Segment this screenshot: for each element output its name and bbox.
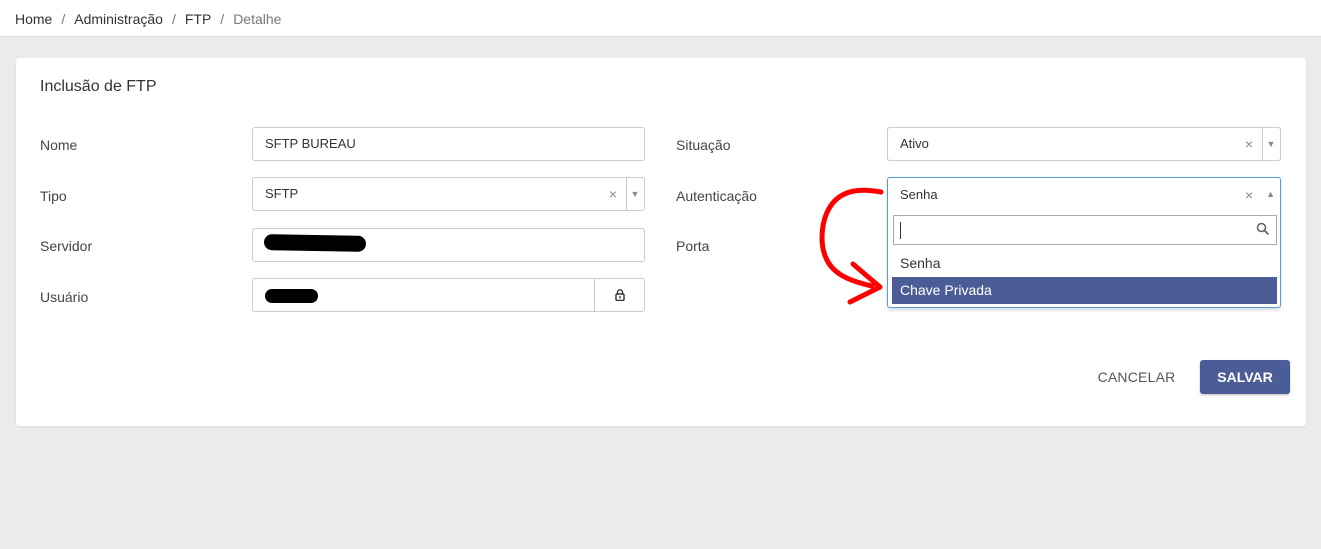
porta-label: Porta xyxy=(676,238,710,254)
autenticacao-chevron-up-icon[interactable]: ▲ xyxy=(1266,178,1275,210)
tipo-select[interactable]: SFTP × ▼ xyxy=(252,177,645,211)
page-title: Inclusão de FTP xyxy=(40,78,157,95)
cancel-button[interactable]: CANCELAR xyxy=(1088,361,1185,394)
top-bar: Home / Administração / FTP / Detalhe xyxy=(0,0,1321,37)
lock-button[interactable] xyxy=(594,279,644,311)
breadcrumb-separator: / xyxy=(171,11,176,27)
tipo-divider xyxy=(626,178,627,210)
breadcrumb-ftp[interactable]: FTP xyxy=(185,11,211,27)
tipo-chevron-down-icon[interactable]: ▼ xyxy=(629,178,641,210)
tipo-value: SFTP xyxy=(265,186,299,201)
search-icon xyxy=(1256,222,1270,236)
breadcrumb-separator: / xyxy=(220,11,225,27)
nome-label: Nome xyxy=(40,137,78,153)
servidor-redaction xyxy=(263,234,367,252)
autenticacao-search-input[interactable] xyxy=(893,215,1277,245)
situacao-chevron-down-icon[interactable]: ▼ xyxy=(1265,128,1277,160)
save-button[interactable]: SALVAR xyxy=(1200,360,1290,394)
option-senha[interactable]: Senha xyxy=(892,250,1277,277)
situacao-value: Ativo xyxy=(900,136,929,151)
breadcrumb-administracao[interactable]: Administração xyxy=(74,11,163,27)
situacao-divider xyxy=(1262,128,1263,160)
nome-field[interactable]: SFTP BUREAU xyxy=(252,127,645,161)
breadcrumb: Home / Administração / FTP / Detalhe xyxy=(15,11,281,27)
text-caret xyxy=(900,222,901,239)
breadcrumb-current: Detalhe xyxy=(233,11,282,27)
situacao-clear-icon[interactable]: × xyxy=(1245,128,1253,160)
autenticacao-label: Autenticação xyxy=(676,188,757,204)
autenticacao-value: Senha xyxy=(900,187,938,202)
tipo-label: Tipo xyxy=(40,188,67,204)
breadcrumb-home[interactable]: Home xyxy=(15,11,52,27)
situacao-select[interactable]: Ativo × ▼ xyxy=(887,127,1281,161)
servidor-label: Servidor xyxy=(40,238,93,254)
option-chave-privada[interactable]: Chave Privada xyxy=(892,277,1277,304)
autenticacao-dropdown[interactable]: Senha × ▲ Senha Chave Privada xyxy=(887,177,1281,308)
nome-value: SFTP BUREAU xyxy=(265,136,356,151)
autenticacao-clear-icon[interactable]: × xyxy=(1245,178,1253,212)
usuario-redaction xyxy=(265,289,318,303)
breadcrumb-separator: / xyxy=(61,11,66,27)
situacao-label: Situação xyxy=(676,137,731,153)
tipo-clear-icon[interactable]: × xyxy=(609,178,617,210)
lock-icon xyxy=(614,289,625,301)
autenticacao-select[interactable]: Senha × ▲ xyxy=(888,178,1280,212)
usuario-label: Usuário xyxy=(40,289,89,305)
